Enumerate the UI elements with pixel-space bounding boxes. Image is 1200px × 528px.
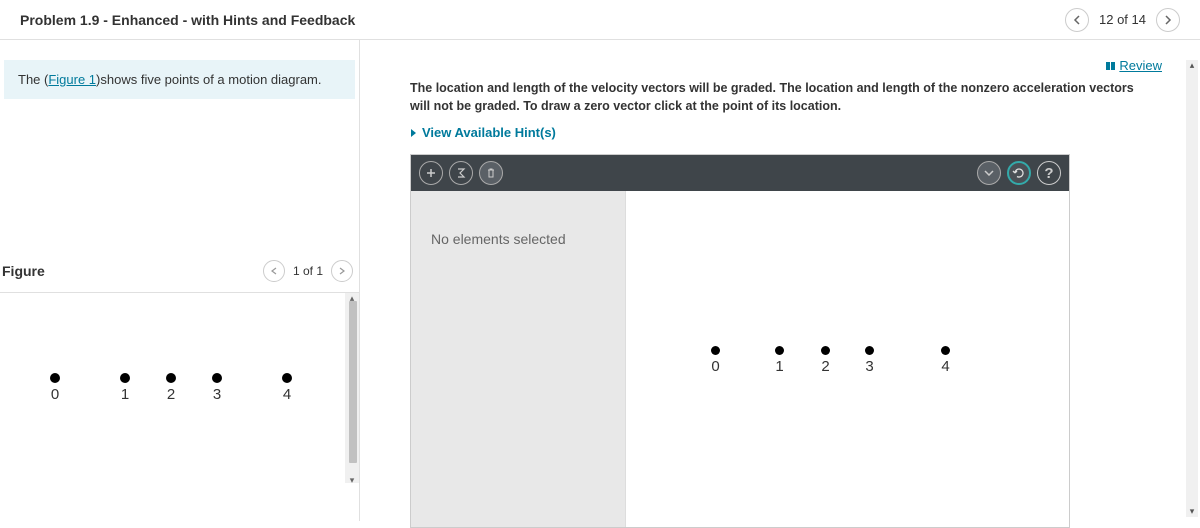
sigma-icon (455, 167, 467, 179)
problem-title: Problem 1.9 - Enhanced - with Hints and … (20, 12, 355, 28)
add-vector-button[interactable] (419, 161, 443, 185)
dot-icon (50, 373, 60, 383)
dot-icon (212, 373, 222, 383)
figure-nav: 1 of 1 (263, 260, 353, 282)
chevron-down-icon (984, 170, 994, 176)
dot-icon (865, 346, 874, 355)
vector-editor: ? No elements selected 0 1 2 3 4 (410, 154, 1070, 528)
figure-link[interactable]: Figure 1 (48, 72, 96, 87)
header-nav: 12 of 14 (1065, 8, 1180, 32)
diagram-point-0: 0 (50, 373, 60, 403)
review-link[interactable]: Review (1106, 58, 1162, 73)
left-panel: The (Figure 1)shows five points of a mot… (0, 40, 360, 521)
dot-icon (120, 373, 130, 383)
page-header: Problem 1.9 - Enhanced - with Hints and … (0, 0, 1200, 40)
figure-section: Figure 1 of 1 0 1 2 3 4 (0, 254, 359, 483)
editor-body: No elements selected 0 1 2 3 4 (411, 191, 1069, 527)
no-selection-text: No elements selected (431, 231, 566, 247)
plus-icon (425, 167, 437, 179)
editor-toolbar: ? (411, 155, 1069, 191)
chevron-right-icon (410, 128, 418, 138)
next-problem-button[interactable] (1156, 8, 1180, 32)
reset-icon (1012, 166, 1026, 180)
diagram-point-2: 2 (166, 373, 176, 403)
view-hints-button[interactable]: View Available Hint(s) (410, 125, 1184, 140)
canvas-point-3[interactable]: 3 (865, 346, 874, 375)
figure-prev-button[interactable] (263, 260, 285, 282)
figure-page-indicator: 1 of 1 (293, 264, 323, 278)
figure-next-button[interactable] (331, 260, 353, 282)
reset-button[interactable] (1007, 161, 1031, 185)
scroll-up-icon: ▴ (348, 293, 356, 301)
problem-prompt: The (Figure 1)shows five points of a mot… (4, 60, 355, 99)
canvas-point-2[interactable]: 2 (821, 346, 830, 375)
figure-title: Figure (2, 263, 45, 279)
dot-icon (941, 346, 950, 355)
canvas-point-0[interactable]: 0 (711, 346, 720, 375)
figure-header: Figure 1 of 1 (0, 254, 359, 293)
delete-button[interactable] (479, 161, 503, 185)
right-scrollbar[interactable]: ▴ ▾ (1186, 60, 1198, 517)
options-dropdown[interactable] (977, 161, 1001, 185)
figure-scrollbar[interactable]: ▴ ▾ (345, 293, 359, 483)
scroll-up-icon: ▴ (1186, 60, 1198, 71)
toolbar-right: ? (977, 161, 1061, 185)
diagram-point-1: 1 (120, 373, 130, 403)
page-indicator: 12 of 14 (1099, 12, 1146, 27)
review-icon (1106, 62, 1115, 70)
canvas-motion-diagram: 0 1 2 3 4 (701, 346, 1041, 396)
dot-icon (711, 346, 720, 355)
dot-icon (775, 346, 784, 355)
trash-icon (485, 167, 497, 179)
motion-diagram: 0 1 2 3 4 (30, 373, 320, 433)
dot-icon (282, 373, 292, 383)
help-button[interactable]: ? (1037, 161, 1061, 185)
diagram-point-3: 3 (212, 373, 222, 403)
scroll-down-icon: ▾ (1186, 506, 1198, 517)
dot-icon (166, 373, 176, 383)
prev-problem-button[interactable] (1065, 8, 1089, 32)
sum-button[interactable] (449, 161, 473, 185)
diagram-point-4: 4 (282, 373, 292, 403)
scroll-down-icon: ▾ (348, 475, 356, 483)
scrollbar-thumb[interactable] (349, 301, 357, 463)
element-inspector-panel: No elements selected (411, 191, 625, 527)
main-content: The (Figure 1)shows five points of a mot… (0, 40, 1200, 521)
figure-body: 0 1 2 3 4 ▴ ▾ (0, 293, 359, 483)
right-panel: Review The location and length of the ve… (360, 40, 1200, 521)
instructions-text: The location and length of the velocity … (410, 80, 1184, 115)
canvas-point-1[interactable]: 1 (775, 346, 784, 375)
dot-icon (821, 346, 830, 355)
canvas-point-4[interactable]: 4 (941, 346, 950, 375)
drawing-canvas[interactable]: 0 1 2 3 4 (625, 191, 1069, 527)
